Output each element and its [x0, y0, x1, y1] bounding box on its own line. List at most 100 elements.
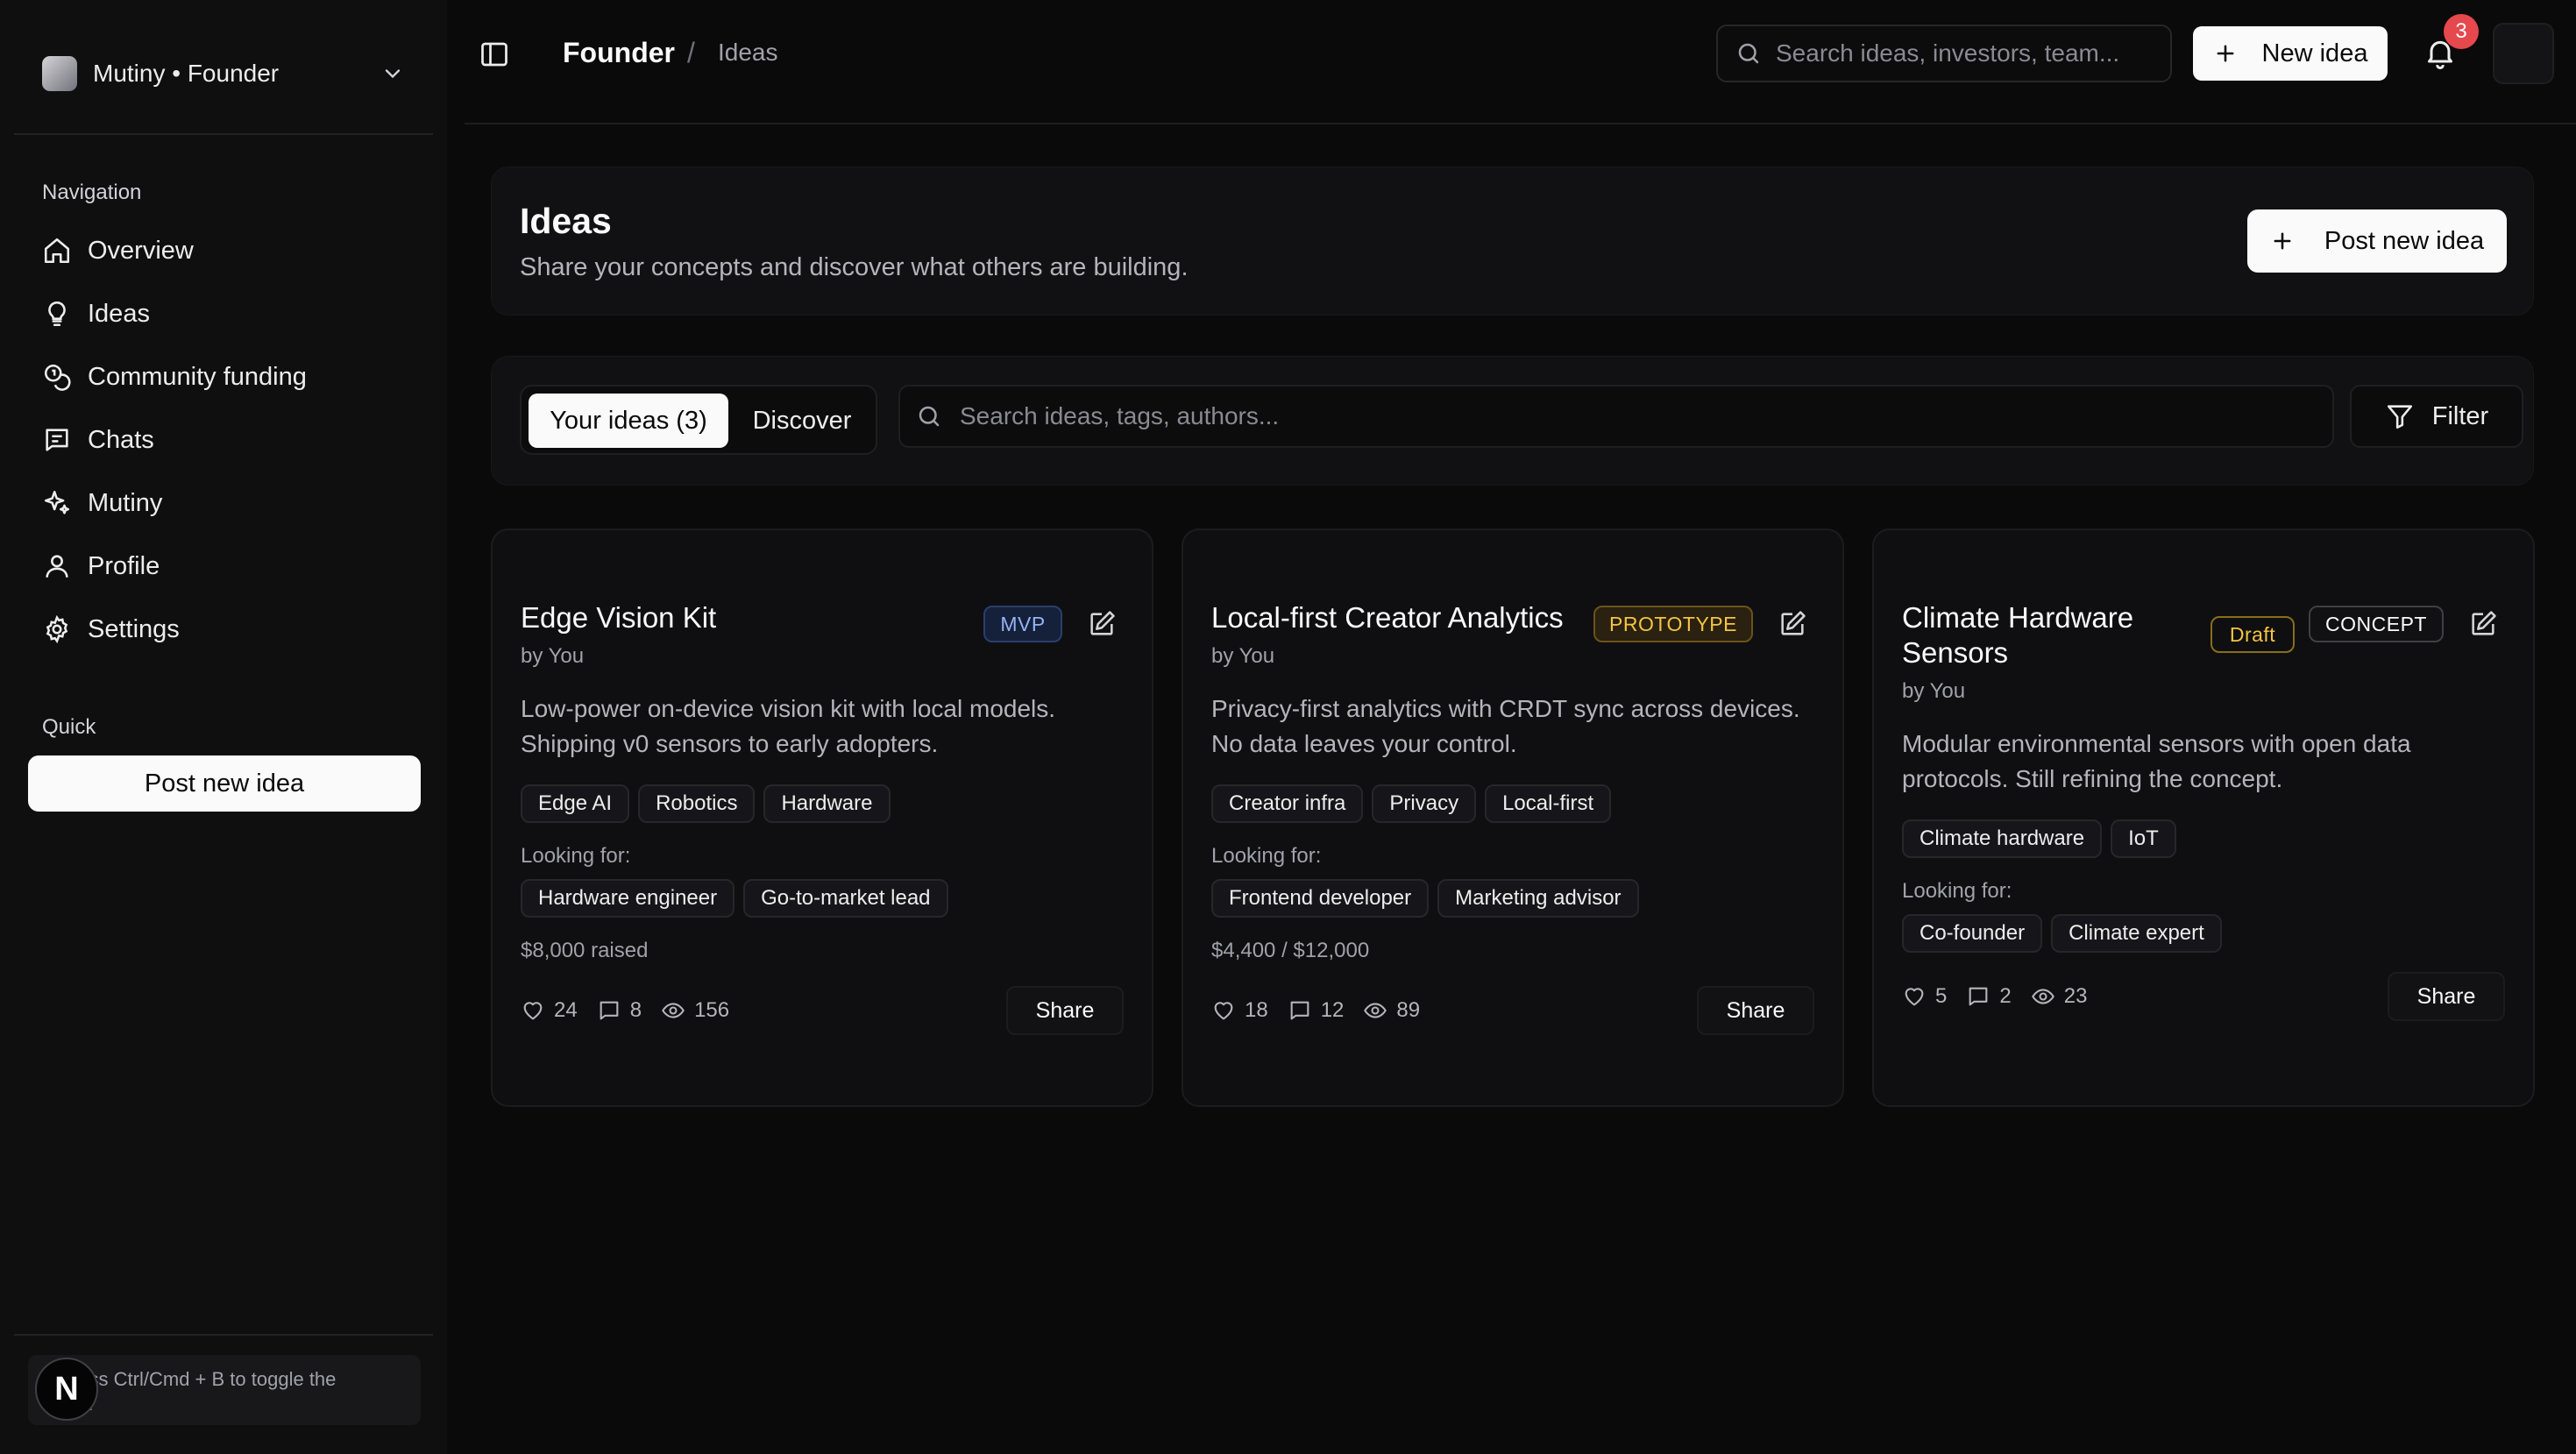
idea-description: Low-power on-device vision kit with loca…: [521, 695, 1056, 757]
workspace-logo: [42, 56, 77, 91]
sidebar-post-idea-button[interactable]: Post new idea: [28, 755, 421, 812]
page-header: Ideas Share your concepts and discover w…: [491, 167, 2534, 316]
share-button[interactable]: Share: [1006, 986, 1124, 1035]
tab-your-ideas[interactable]: Your ideas (3): [529, 394, 728, 448]
sidebar-item-label: Ideas: [88, 299, 150, 328]
workspace-name: Mutiny • Founder: [93, 60, 280, 87]
filter-label: Filter: [2431, 401, 2489, 430]
new-idea-label: New idea: [2261, 39, 2368, 67]
likes-count: 24: [554, 998, 578, 1022]
idea-stats: 18 12 89: [1211, 998, 1420, 1023]
sidebar-item-overview[interactable]: Overview: [28, 219, 419, 282]
role-tag[interactable]: Frontend developer: [1211, 879, 1430, 918]
likes-stat[interactable]: 5: [1902, 984, 1947, 1009]
role-tag[interactable]: Hardware engineer: [521, 879, 735, 918]
share-button[interactable]: Share: [2388, 972, 2505, 1021]
heart-icon: [1214, 1002, 1233, 1020]
app-logo[interactable]: N: [35, 1358, 98, 1421]
sidebar-item-community-funding[interactable]: Community funding: [28, 345, 419, 408]
sidebar-item-label: Profile: [88, 551, 160, 580]
stage-badge: MVP: [983, 606, 1062, 642]
sidebar: Mutiny • Founder Navigation Overview Ide…: [0, 0, 447, 1454]
ideas-search[interactable]: [898, 385, 2334, 448]
sidebar-item-settings[interactable]: Settings: [28, 598, 419, 661]
chat-icon: [46, 429, 68, 451]
idea-title: Climate Hardware Sensors: [1902, 601, 2134, 669]
quick-section-label: Quick: [42, 715, 96, 739]
sidebar-item-label: Overview: [88, 236, 194, 265]
global-search[interactable]: [1716, 25, 2172, 82]
tag[interactable]: Local-first: [1485, 784, 1612, 823]
filter-button[interactable]: Filter: [2350, 385, 2523, 448]
sidebar-toggle-icon[interactable]: [477, 39, 512, 70]
sidebar-item-ideas[interactable]: Ideas: [28, 282, 419, 345]
idea-tags: Climate hardware IoT: [1902, 819, 2176, 858]
looking-for-roles: Frontend developer Marketing advisor: [1211, 879, 1639, 918]
role-tag[interactable]: Climate expert: [2051, 914, 2222, 953]
filter-icon: [2387, 405, 2412, 429]
tag[interactable]: Hardware: [763, 784, 891, 823]
tag[interactable]: Climate hardware: [1902, 819, 2103, 858]
draft-badge: Draft: [2211, 616, 2295, 653]
sidebar-nav: Overview Ideas Community funding Chats M…: [28, 219, 419, 661]
breadcrumb-separator: /: [687, 37, 695, 68]
new-idea-button[interactable]: New idea: [2193, 26, 2388, 81]
looking-for-roles: Co-founder Climate expert: [1902, 914, 2222, 953]
edit-icon[interactable]: [1778, 609, 1807, 639]
looking-for-roles: Hardware engineer Go-to-market lead: [521, 879, 948, 918]
nav-section-label: Navigation: [42, 181, 142, 204]
views-stat: 89: [1363, 998, 1420, 1023]
sidebar-item-profile[interactable]: Profile: [28, 535, 419, 598]
idea-card[interactable]: Edge Vision Kit by You MVP Low-power on-…: [491, 528, 1153, 1107]
comments-stat[interactable]: 8: [597, 998, 642, 1023]
comments-stat[interactable]: 12: [1288, 998, 1344, 1023]
sidebar-item-chats[interactable]: Chats: [28, 408, 419, 472]
role-tag[interactable]: Co-founder: [1902, 914, 2043, 953]
user-icon: [46, 555, 68, 578]
post-new-idea-button[interactable]: Post new idea: [2247, 209, 2507, 273]
tag[interactable]: Edge AI: [521, 784, 630, 823]
lightbulb-icon: [48, 301, 66, 327]
tag[interactable]: IoT: [2111, 819, 2176, 858]
idea-card[interactable]: Climate Hardware Sensors by You Draft CO…: [1872, 528, 2535, 1107]
tag[interactable]: Robotics: [638, 784, 756, 823]
sparkles-icon: [44, 490, 70, 514]
eye-icon: [1364, 1003, 1387, 1018]
eye-icon: [662, 1003, 685, 1018]
heart-icon: [1905, 988, 1924, 1006]
tab-discover[interactable]: Discover: [732, 394, 872, 448]
likes-stat[interactable]: 24: [521, 998, 578, 1023]
search-icon: [1738, 43, 1759, 64]
breadcrumb-root[interactable]: Founder: [563, 37, 675, 69]
role-tag[interactable]: Go-to-market lead: [743, 879, 948, 918]
share-button[interactable]: Share: [1697, 986, 1814, 1035]
comments-count: 2: [1999, 984, 2012, 1008]
sidebar-item-label: Settings: [88, 614, 180, 643]
idea-tags: Edge AI Robotics Hardware: [521, 784, 891, 823]
page-subtitle: Share your concepts and discover what ot…: [520, 253, 1189, 281]
tag[interactable]: Privacy: [1372, 784, 1477, 823]
views-stat: 156: [661, 998, 729, 1023]
tag[interactable]: Creator infra: [1211, 784, 1364, 823]
likes-stat[interactable]: 18: [1211, 998, 1268, 1023]
heart-icon: [523, 1002, 543, 1020]
comment-icon: [1290, 1001, 1309, 1020]
ideas-search-input[interactable]: [960, 402, 2317, 430]
workspace-switcher[interactable]: Mutiny • Founder: [14, 14, 433, 135]
stage-badge: CONCEPT: [2309, 606, 2444, 642]
role-tag[interactable]: Marketing advisor: [1437, 879, 1639, 918]
edit-icon[interactable]: [1087, 609, 1117, 639]
sidebar-item-mutiny[interactable]: Mutiny: [28, 472, 419, 535]
idea-card[interactable]: Local-first Creator Analytics by You PRO…: [1182, 528, 1844, 1107]
plus-icon: [2274, 232, 2291, 250]
comments-stat[interactable]: 2: [1966, 984, 2012, 1009]
avatar[interactable]: [2493, 23, 2554, 84]
views-count: 156: [694, 998, 730, 1022]
plus-icon: [2217, 45, 2233, 62]
edit-icon[interactable]: [2468, 609, 2498, 639]
global-search-input[interactable]: [1776, 39, 2153, 67]
views-count: 23: [2063, 984, 2088, 1008]
idea-description: Privacy-first analytics with CRDT sync a…: [1211, 695, 1800, 757]
idea-author: by You: [521, 644, 585, 668]
funding-status: $8,000 raised: [521, 939, 649, 962]
